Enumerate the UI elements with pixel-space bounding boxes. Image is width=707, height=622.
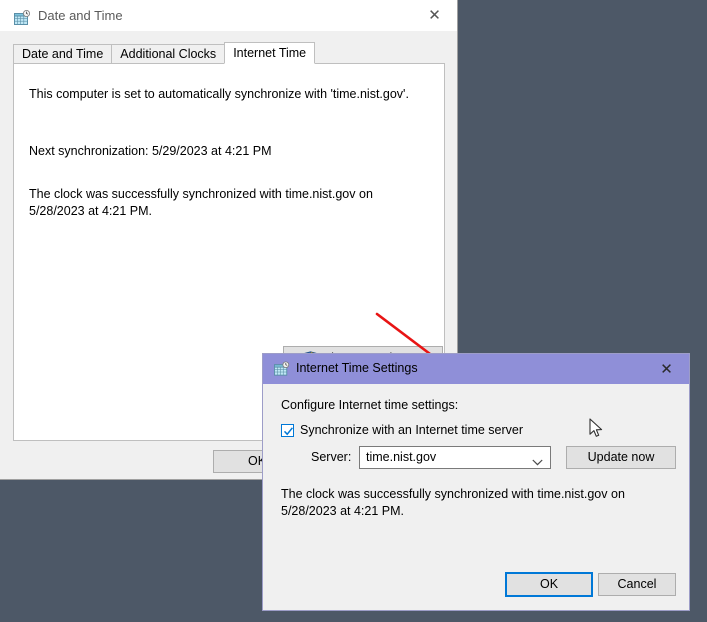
close-icon[interactable]: ✕	[644, 354, 689, 384]
close-icon[interactable]: ✕	[412, 0, 457, 31]
main-window-title: Date and Time	[38, 8, 123, 23]
update-now-button[interactable]: Update now	[566, 446, 676, 469]
date-time-icon	[14, 10, 32, 26]
main-window-titlebar[interactable]: Date and Time ✕	[0, 0, 457, 31]
sync-checkbox[interactable]	[281, 423, 294, 437]
auto-sync-info-text: This computer is set to automatically sy…	[29, 87, 409, 101]
checkmark-icon	[283, 426, 293, 435]
sync-checkbox-label: Synchronize with an Internet time server	[300, 423, 524, 437]
dialog-sync-status-text: The clock was successfully synchronized …	[281, 487, 625, 518]
tab-internet-time[interactable]: Internet Time	[224, 42, 316, 64]
server-dropdown[interactable]: time.nist.gov	[359, 446, 551, 469]
sync-checkbox-row[interactable]: Synchronize with an Internet time server	[281, 423, 523, 437]
dialog-cancel-button[interactable]: Cancel	[598, 573, 676, 596]
tab-strip: Date and Time Additional Clocks Internet…	[13, 42, 316, 64]
server-dropdown-value: time.nist.gov	[366, 450, 437, 464]
dialog-titlebar[interactable]: Internet Time Settings ✕	[263, 354, 689, 384]
internet-time-settings-dialog: Internet Time Settings ✕ Configure Inter…	[262, 353, 690, 611]
last-sync-status-text: The clock was successfully synchronized …	[29, 187, 373, 218]
next-synchronization-text: Next synchronization: 5/29/2023 at 4:21 …	[29, 144, 272, 158]
chevron-down-icon	[532, 455, 543, 466]
date-time-icon	[274, 361, 291, 377]
configure-label: Configure Internet time settings:	[281, 398, 459, 412]
server-label: Server:	[311, 450, 352, 464]
tab-additional-clocks[interactable]: Additional Clocks	[111, 44, 226, 63]
tab-date-and-time[interactable]: Date and Time	[13, 44, 113, 63]
dialog-title: Internet Time Settings	[296, 361, 418, 375]
close-glyph: ✕	[428, 6, 441, 24]
close-glyph: ✕	[660, 360, 673, 378]
dialog-ok-button[interactable]: OK	[505, 572, 593, 597]
